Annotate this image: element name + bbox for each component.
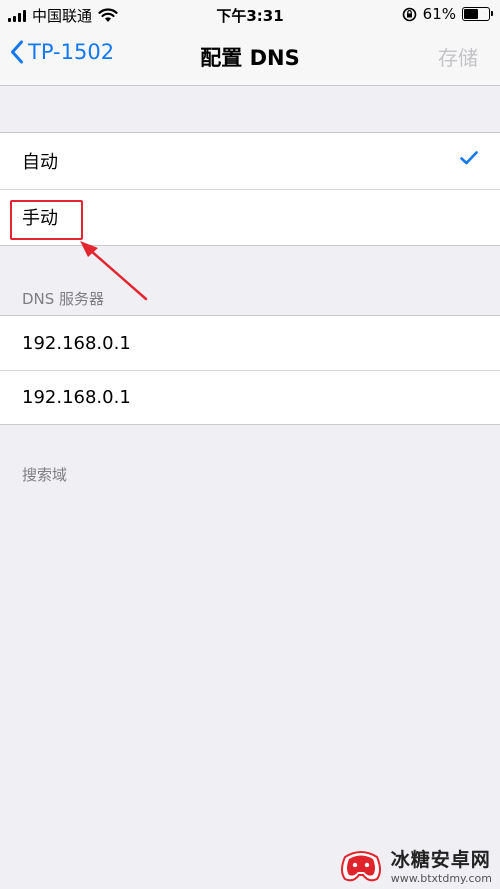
search-domains-header: 搜索域 — [22, 466, 68, 484]
dns-servers-header: DNS 服务器 — [22, 290, 105, 308]
checkmark-icon — [460, 151, 478, 165]
dns-server-row[interactable]: 192.168.0.1 — [0, 316, 500, 370]
rotation-lock-icon — [402, 7, 416, 21]
battery-fill — [464, 9, 478, 19]
watermark: 冰糖安卓网 www.btxtdmy.com — [337, 845, 492, 885]
dns-option-auto[interactable]: 自动 — [0, 133, 500, 189]
status-right: 61% — [402, 5, 493, 23]
dns-option-label: 自动 — [22, 152, 58, 173]
watermark-text: 冰糖安卓网 www.btxtdmy.com — [391, 845, 492, 885]
battery-percent: 61% — [422, 5, 456, 23]
game-controller-logo-icon — [340, 851, 381, 882]
dns-server-row[interactable]: 192.168.0.1 — [0, 370, 500, 424]
dns-server-value: 192.168.0.1 — [22, 386, 131, 408]
annotation-highlight-box — [10, 200, 83, 240]
watermark-url: www.btxtdmy.com — [390, 872, 492, 885]
nav-bar: TP-1502 配置 DNS 存储 — [0, 30, 500, 86]
page-title: 配置 DNS — [200, 46, 300, 70]
dns-server-value: 192.168.0.1 — [22, 332, 131, 354]
dns-servers-group: 192.168.0.1 192.168.0.1 — [0, 315, 500, 425]
battery-icon — [462, 7, 493, 21]
watermark-title: 冰糖安卓网 — [390, 849, 491, 871]
save-button[interactable]: 存储 — [438, 42, 478, 71]
status-bar: 中国联通 下午3:31 61% — [0, 0, 500, 30]
